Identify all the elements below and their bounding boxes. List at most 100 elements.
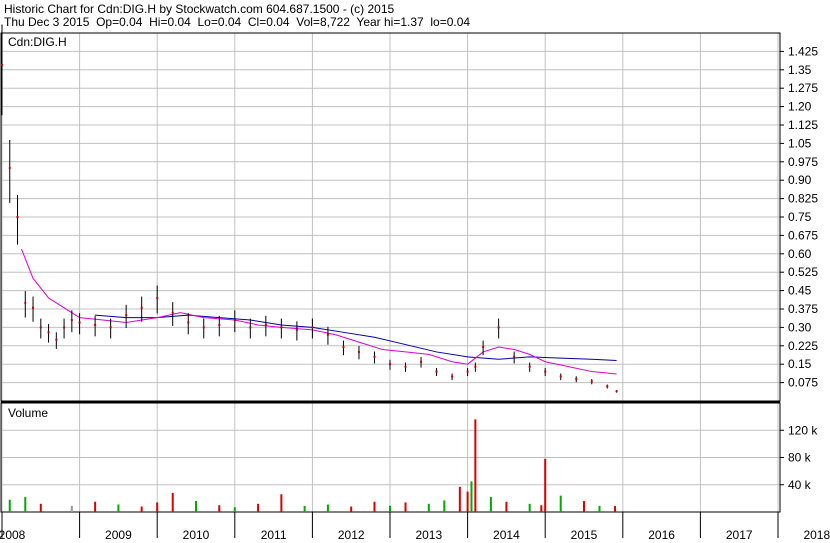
price-point (280, 326, 283, 329)
year-label: 2013 (415, 528, 442, 542)
price-tick-label: 0.90 (788, 173, 812, 187)
volume-bar (156, 502, 159, 512)
volume-bar (39, 503, 42, 512)
price-point (420, 360, 423, 363)
symbol-label: Cdn:DIG.H (8, 35, 67, 49)
price-point (55, 338, 58, 341)
moving-average-long-line (95, 314, 617, 362)
price-tick-label: 0.15 (788, 357, 812, 371)
price-point (482, 346, 485, 349)
price-tick-label: 0.45 (788, 284, 812, 298)
volume-bar (528, 503, 531, 512)
year-label: 2017 (726, 528, 753, 542)
volume-bar (24, 497, 27, 512)
price-tick-label: 1.35 (788, 63, 812, 77)
price-point (528, 365, 531, 368)
price-point (16, 216, 19, 218)
price-tick-label: 0.675 (788, 228, 818, 242)
price-point (249, 326, 252, 329)
volume-bar (474, 419, 477, 512)
price-point (39, 326, 42, 329)
price-point (47, 331, 50, 334)
price-tick-label: 0.825 (788, 192, 818, 206)
price-point (615, 390, 618, 393)
year-label: 2016 (648, 528, 675, 542)
price-tick-label: 0.075 (788, 376, 818, 390)
volume-bar (598, 505, 601, 512)
volume-tick-label: 80 k (788, 451, 812, 465)
price-point (63, 326, 66, 329)
price-point (218, 323, 221, 326)
moving-average-short-line (20, 248, 617, 375)
volume-bar (233, 507, 236, 512)
price-point (8, 166, 11, 169)
volume-bar (505, 501, 508, 512)
volume-bar (389, 505, 391, 512)
price-point (544, 370, 547, 373)
volume-bar (373, 501, 376, 512)
volume-bar (70, 505, 73, 512)
volume-bar (218, 505, 221, 512)
volume-bar (614, 506, 617, 512)
price-point (140, 306, 143, 309)
price-point (125, 314, 128, 317)
volume-bar (171, 492, 174, 512)
price-point (70, 319, 73, 322)
price-point (1, 63, 3, 66)
price-point (171, 311, 174, 314)
volume-bar (544, 458, 547, 512)
volume-bar (8, 499, 11, 512)
price-point (497, 326, 500, 329)
price-point (590, 380, 593, 383)
price-point (559, 375, 562, 378)
price-point (342, 346, 345, 349)
volume-bar (117, 504, 120, 512)
price-point (311, 326, 314, 329)
volume-bar (350, 506, 353, 512)
volume-bar (257, 503, 260, 512)
price-point (24, 301, 27, 304)
price-tick-label: 1.05 (788, 136, 812, 150)
volume-bar (443, 500, 446, 512)
year-label: 2018 (803, 528, 830, 542)
price-point (404, 365, 407, 368)
price-point (466, 370, 469, 373)
year-label: 2014 (493, 528, 520, 542)
price-point (575, 377, 578, 380)
year-label: 2011 (261, 528, 287, 542)
price-point (156, 296, 159, 299)
price-tick-label: 0.75 (788, 210, 812, 224)
price-point (451, 375, 454, 378)
price-tick-label: 1.125 (788, 118, 818, 132)
grid-layer (1, 33, 780, 512)
price-point (202, 326, 205, 329)
volume-bar (195, 501, 197, 512)
year-label: 2010 (183, 528, 210, 542)
volume-tick-label: 40 k (788, 478, 812, 492)
price-point (474, 365, 477, 368)
volume-bar (280, 494, 283, 512)
price-tick-label: 1.20 (788, 100, 812, 114)
price-point (357, 350, 360, 353)
volume-bar (489, 497, 492, 512)
price-layer (1, 24, 618, 393)
year-label: 2012 (338, 528, 365, 542)
volume-bar (326, 504, 329, 512)
price-point (109, 326, 112, 329)
price-tick-label: 0.30 (788, 320, 812, 334)
year-label: 2008 (0, 528, 26, 542)
year-label: 2009 (105, 528, 132, 542)
price-point (606, 385, 609, 388)
volume-tick-label: 120 k (788, 423, 818, 437)
price-point (326, 333, 329, 336)
volume-bar (583, 501, 585, 512)
year-label: 2015 (571, 528, 598, 542)
volume-bar (470, 481, 473, 512)
volume-bar (404, 502, 407, 512)
price-tick-label: 0.975 (788, 155, 818, 169)
price-tick-label: 0.375 (788, 302, 818, 316)
price-point (295, 328, 298, 331)
price-point (233, 319, 236, 322)
price-point (389, 363, 391, 366)
volume-bar (427, 503, 430, 512)
